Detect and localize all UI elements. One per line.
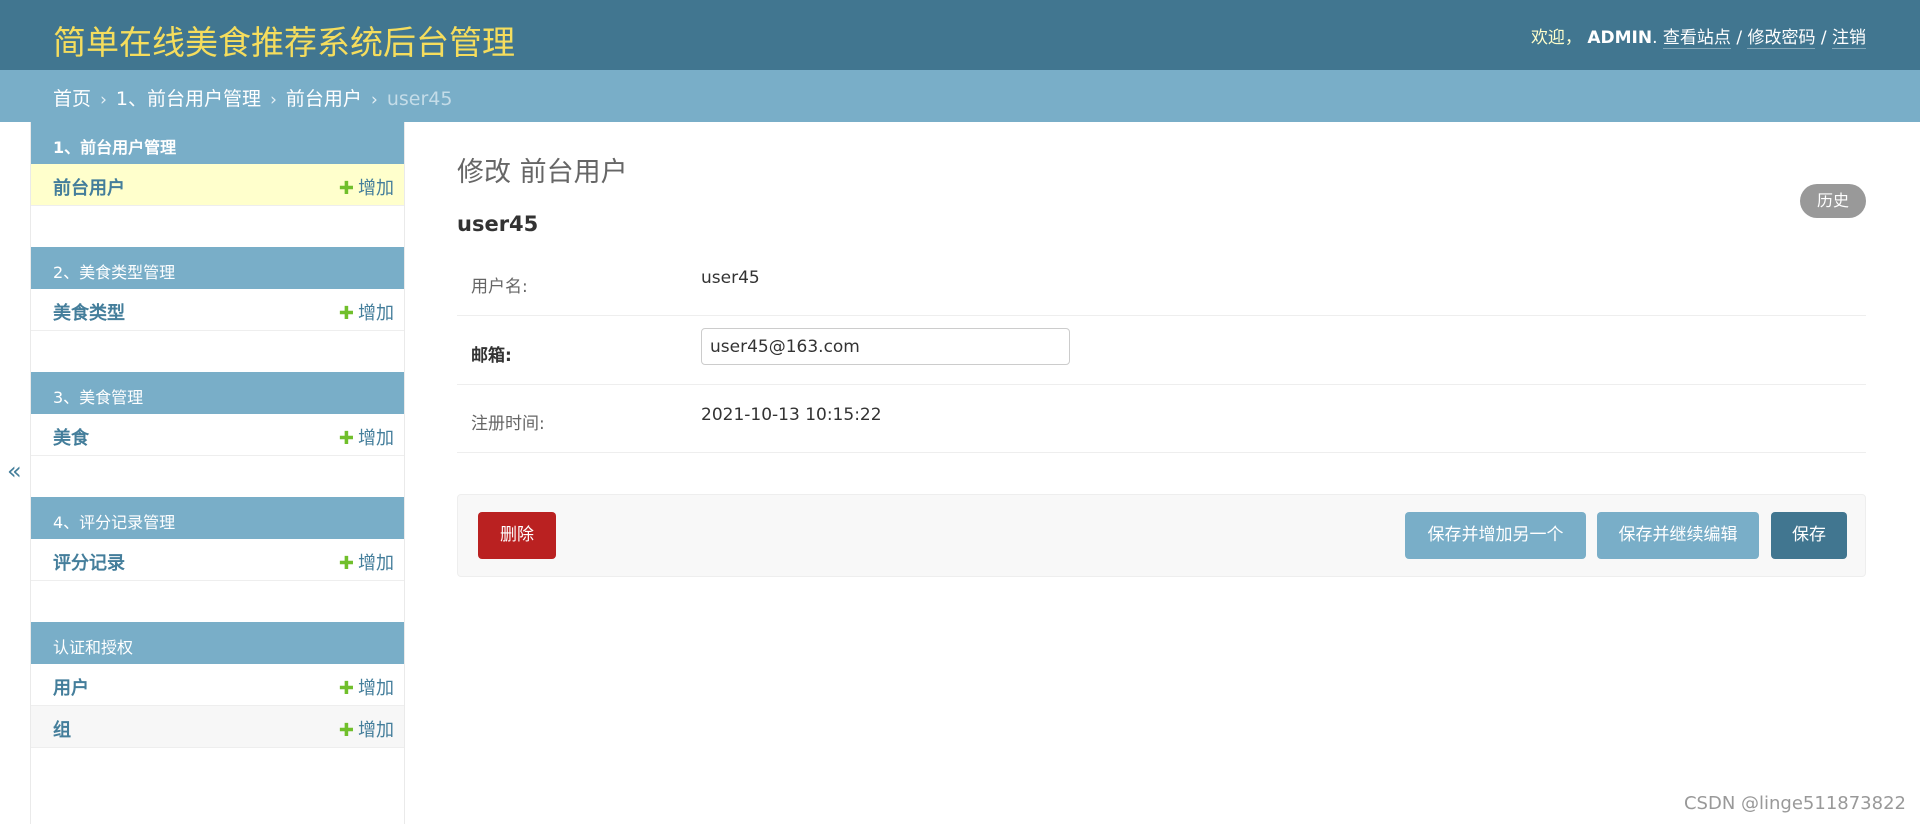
watermark-text: CSDN @linge511873822 [1683,793,1906,814]
page-title: 修改 前台用户 [457,157,628,188]
add-label[interactable]: 增加 [358,303,394,324]
sidebar-item-groups[interactable]: 组 ✚ 增加 [31,706,404,748]
sidebar-item-rating[interactable]: 评分记录 ✚ 增加 [31,539,404,581]
history-button[interactable]: 历史 [1800,184,1866,218]
sidebar-toggle[interactable]: « [0,122,31,824]
module-food: 3、美食管理 美食 ✚ 增加 [31,372,404,456]
add-label[interactable]: 增加 [358,428,394,449]
form-row-email: 邮箱: [457,317,1866,385]
site-title[interactable]: 简单在线美食推荐系统后台管理 [53,16,515,64]
breadcrumb-current: user45 [386,88,453,110]
plus-icon: ✚ [338,720,354,741]
collapse-icon[interactable]: « [7,457,22,485]
save-button[interactable]: 保存 [1771,512,1847,559]
module-food-types: 2、美食类型管理 美食类型 ✚ 增加 [31,247,404,331]
delete-button[interactable]: 删除 [478,512,556,559]
form-row-username: 用户名: user45 [457,248,1866,316]
module-auth: 认证和授权 用户 ✚ 增加 组 ✚ 增加 [31,622,404,748]
plus-icon: ✚ [338,178,354,199]
sidebar-item-label[interactable]: 美食类型 [53,299,125,325]
username: ADMIN [1587,28,1653,48]
save-and-add-another-button[interactable]: 保存并增加另一个 [1405,512,1586,559]
module-ratings: 4、评分记录管理 评分记录 ✚ 增加 [31,497,404,581]
change-password-link[interactable]: 修改密码 [1747,28,1816,49]
welcome-text: 欢迎， [1530,28,1582,48]
add-link[interactable]: ✚ 增加 [339,299,394,325]
add-label[interactable]: 增加 [358,553,394,574]
sidebar-item-label[interactable]: 组 [53,716,71,742]
breadcrumb-app[interactable]: 1、前台用户管理 [116,88,261,110]
module-caption[interactable]: 认证和授权 [31,622,404,664]
add-label[interactable]: 增加 [358,678,394,699]
add-link[interactable]: ✚ 增加 [339,716,394,742]
breadcrumb-separator: › [270,90,277,110]
nav-sidebar: 1、前台用户管理 前台用户 ✚ 增加 2、美食类型管理 美食类型 ✚ 增加 3、美食… [31,122,405,824]
object-title: user45 [457,212,539,236]
module-caption[interactable]: 4、评分记录管理 [31,497,404,539]
sidebar-item-label[interactable]: 美食 [53,424,89,450]
email-label: 邮箱: [471,346,512,366]
username-label: 用户名: [471,277,528,297]
sidebar-item-label[interactable]: 用户 [53,674,89,700]
username-value: user45 [701,268,760,288]
breadcrumb-separator: › [100,90,107,110]
logout-link[interactable]: 注销 [1832,28,1866,49]
add-label[interactable]: 增加 [358,720,394,741]
breadcrumb-model[interactable]: 前台用户 [286,88,362,110]
plus-icon: ✚ [338,303,354,324]
user-tools: 欢迎， ADMIN. 查看站点 / 修改密码 / 注销 [1530,28,1866,49]
form-row-registered: 注册时间: 2021-10-13 10:15:22 [457,385,1866,453]
add-label[interactable]: 增加 [358,178,394,199]
registered-label: 注册时间: [471,414,545,434]
add-link[interactable]: ✚ 增加 [339,174,394,200]
save-and-continue-button[interactable]: 保存并继续编辑 [1597,512,1759,559]
module-caption[interactable]: 3、美食管理 [31,372,404,414]
breadcrumb-separator: › [370,90,378,110]
sidebar-item-food-type[interactable]: 美食类型 ✚ 增加 [31,289,404,331]
sidebar-item-label[interactable]: 前台用户 [53,174,125,200]
plus-icon: ✚ [338,678,354,699]
header-bar: 简单在线美食推荐系统后台管理 欢迎， ADMIN. 查看站点 / 修改密码 / … [0,0,1920,70]
add-link[interactable]: ✚ 增加 [339,674,394,700]
module-caption[interactable]: 1、前台用户管理 [31,122,404,164]
breadcrumb: 首页 › 1、前台用户管理 › 前台用户 › user45 [0,70,1920,122]
sidebar-item-users[interactable]: 用户 ✚ 增加 [31,664,404,706]
view-site-link[interactable]: 查看站点 [1662,28,1731,49]
module-caption[interactable]: 2、美食类型管理 [31,247,404,289]
breadcrumb-home[interactable]: 首页 [53,88,91,110]
plus-icon: ✚ [338,553,354,574]
submit-row: 删除 保存并增加另一个 保存并继续编辑 保存 [457,494,1866,577]
registered-value: 2021-10-13 10:15:22 [701,405,882,425]
sidebar-item-label[interactable]: 评分记录 [53,549,125,575]
add-link[interactable]: ✚ 增加 [339,549,394,575]
separator: / [1736,28,1743,48]
add-link[interactable]: ✚ 增加 [339,424,394,450]
email-field[interactable] [701,328,1070,365]
sidebar-item-frontend-user[interactable]: 前台用户 ✚ 增加 [31,164,404,206]
sidebar-item-food[interactable]: 美食 ✚ 增加 [31,414,404,456]
module-frontend-users: 1、前台用户管理 前台用户 ✚ 增加 [31,122,404,206]
separator: / [1820,28,1827,48]
plus-icon: ✚ [338,428,354,449]
